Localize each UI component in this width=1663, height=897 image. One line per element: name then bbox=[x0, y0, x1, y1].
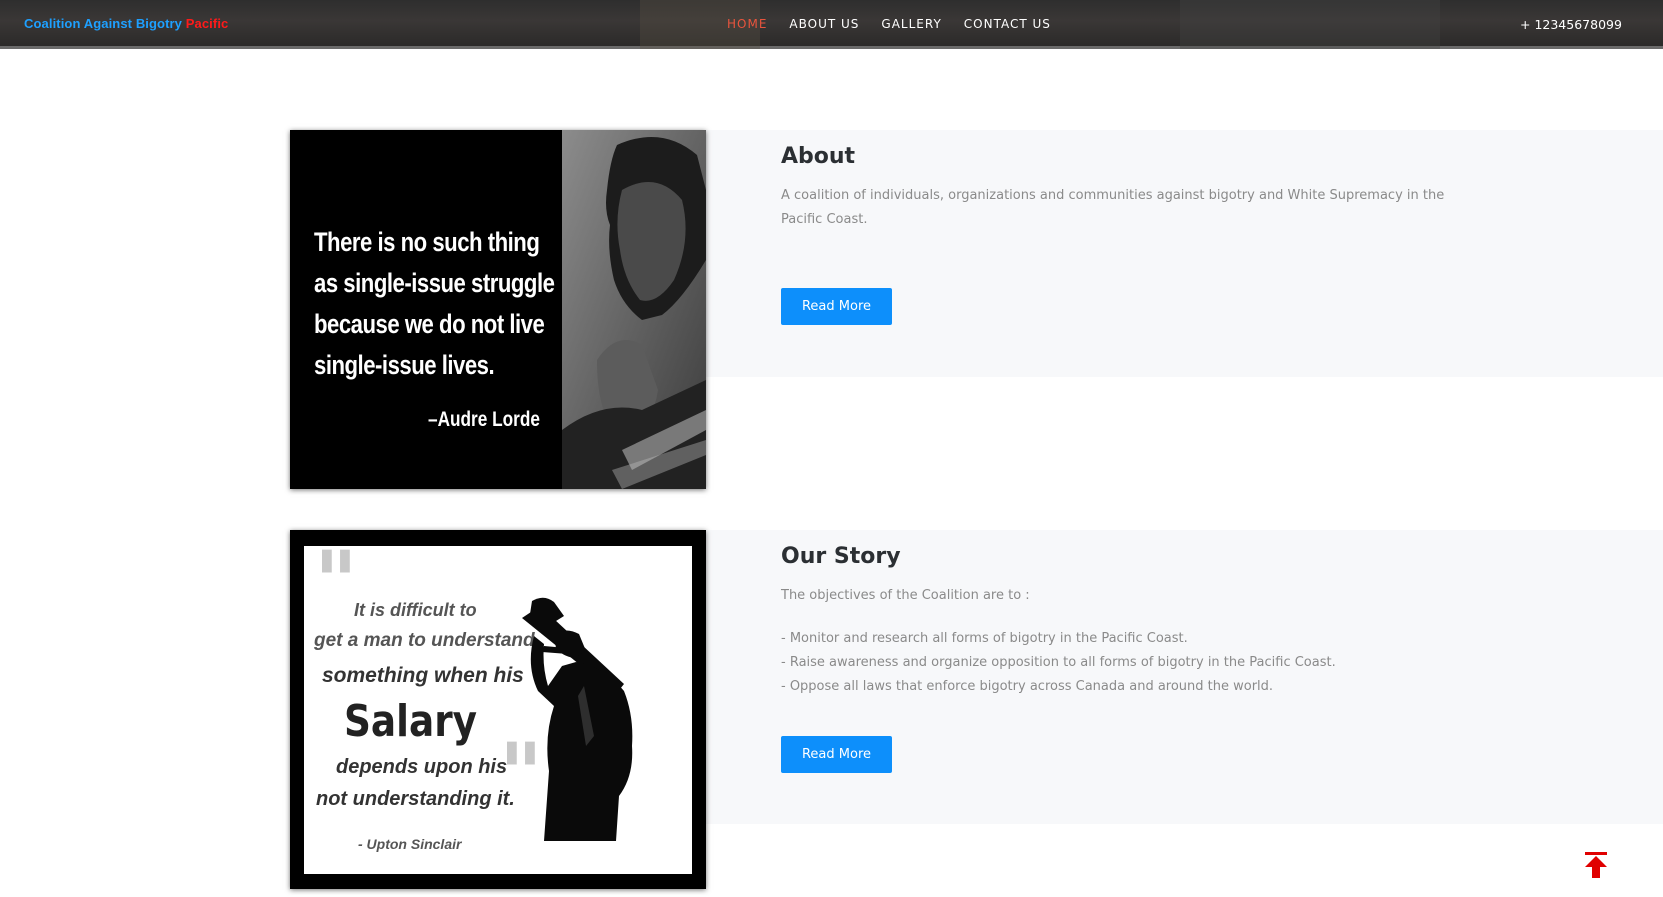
list-item: - Oppose all laws that enforce bigotry a… bbox=[781, 679, 1274, 694]
main-nav: HOME ABOUT US GALLERY CONTACT US bbox=[727, 17, 1073, 31]
about-image-quote: There is no such thing as single-issue s… bbox=[314, 222, 555, 386]
arrow-up-icon[interactable] bbox=[1584, 852, 1608, 878]
nav-contact-us[interactable]: CONTACT US bbox=[964, 17, 1051, 31]
nav-gallery[interactable]: GALLERY bbox=[881, 17, 941, 31]
upton-sinclair-quote-image: " It is difficult to get a man to unders… bbox=[290, 530, 706, 889]
quote-line: It is difficult to bbox=[354, 600, 477, 620]
story-intro: The objectives of the Coalition are to : bbox=[781, 588, 1030, 603]
list-item: - Monitor and research all forms of bigo… bbox=[781, 631, 1188, 646]
quote-line: depends upon his bbox=[336, 756, 508, 778]
portrait-photo bbox=[562, 130, 706, 489]
top-navbar: Coalition Against Bigotry Pacific HOME A… bbox=[0, 0, 1663, 49]
phone-number: + 12345678099 bbox=[1520, 17, 1622, 32]
site-logo[interactable]: Coalition Against Bigotry Pacific bbox=[24, 16, 228, 31]
list-item: - Raise awareness and organize oppositio… bbox=[781, 655, 1336, 670]
brand-region: Pacific bbox=[185, 16, 229, 31]
story-image-quote-author: - Upton Sinclair bbox=[358, 836, 462, 852]
quote-line-emphasis: Salary bbox=[344, 696, 478, 747]
nav-about-us[interactable]: ABOUT US bbox=[789, 17, 859, 31]
nav-home[interactable]: HOME bbox=[727, 17, 767, 31]
about-text: A coalition of individuals, organization… bbox=[781, 188, 1445, 227]
police-silhouette bbox=[522, 597, 633, 841]
quote-line: because we do not live bbox=[314, 309, 545, 339]
quote-line: not understanding it. bbox=[316, 788, 515, 810]
about-read-more-button[interactable]: Read More bbox=[781, 288, 892, 325]
about-title: About bbox=[781, 144, 856, 169]
quote-line: single-issue lives. bbox=[314, 350, 495, 380]
audre-lorde-quote-image: There is no such thing as single-issue s… bbox=[290, 130, 706, 489]
objectives-list: - Monitor and research all forms of bigo… bbox=[781, 627, 1336, 699]
quote-line: There is no such thing bbox=[314, 227, 540, 257]
quote-card: " It is difficult to get a man to unders… bbox=[304, 532, 692, 874]
story-title: Our Story bbox=[781, 544, 901, 569]
open-quote-mark: " bbox=[314, 532, 358, 631]
story-read-more-button[interactable]: Read More bbox=[781, 736, 892, 773]
brand-name: Coalition Against Bigotry bbox=[24, 16, 183, 31]
header-background-image-shadow bbox=[1180, 0, 1440, 49]
about-image-quote-author: –Audre Lorde bbox=[428, 408, 540, 431]
quote-line: as single-issue struggle bbox=[314, 268, 555, 298]
quote-line: get a man to understand bbox=[314, 630, 535, 651]
quote-line: something when his bbox=[322, 664, 524, 687]
